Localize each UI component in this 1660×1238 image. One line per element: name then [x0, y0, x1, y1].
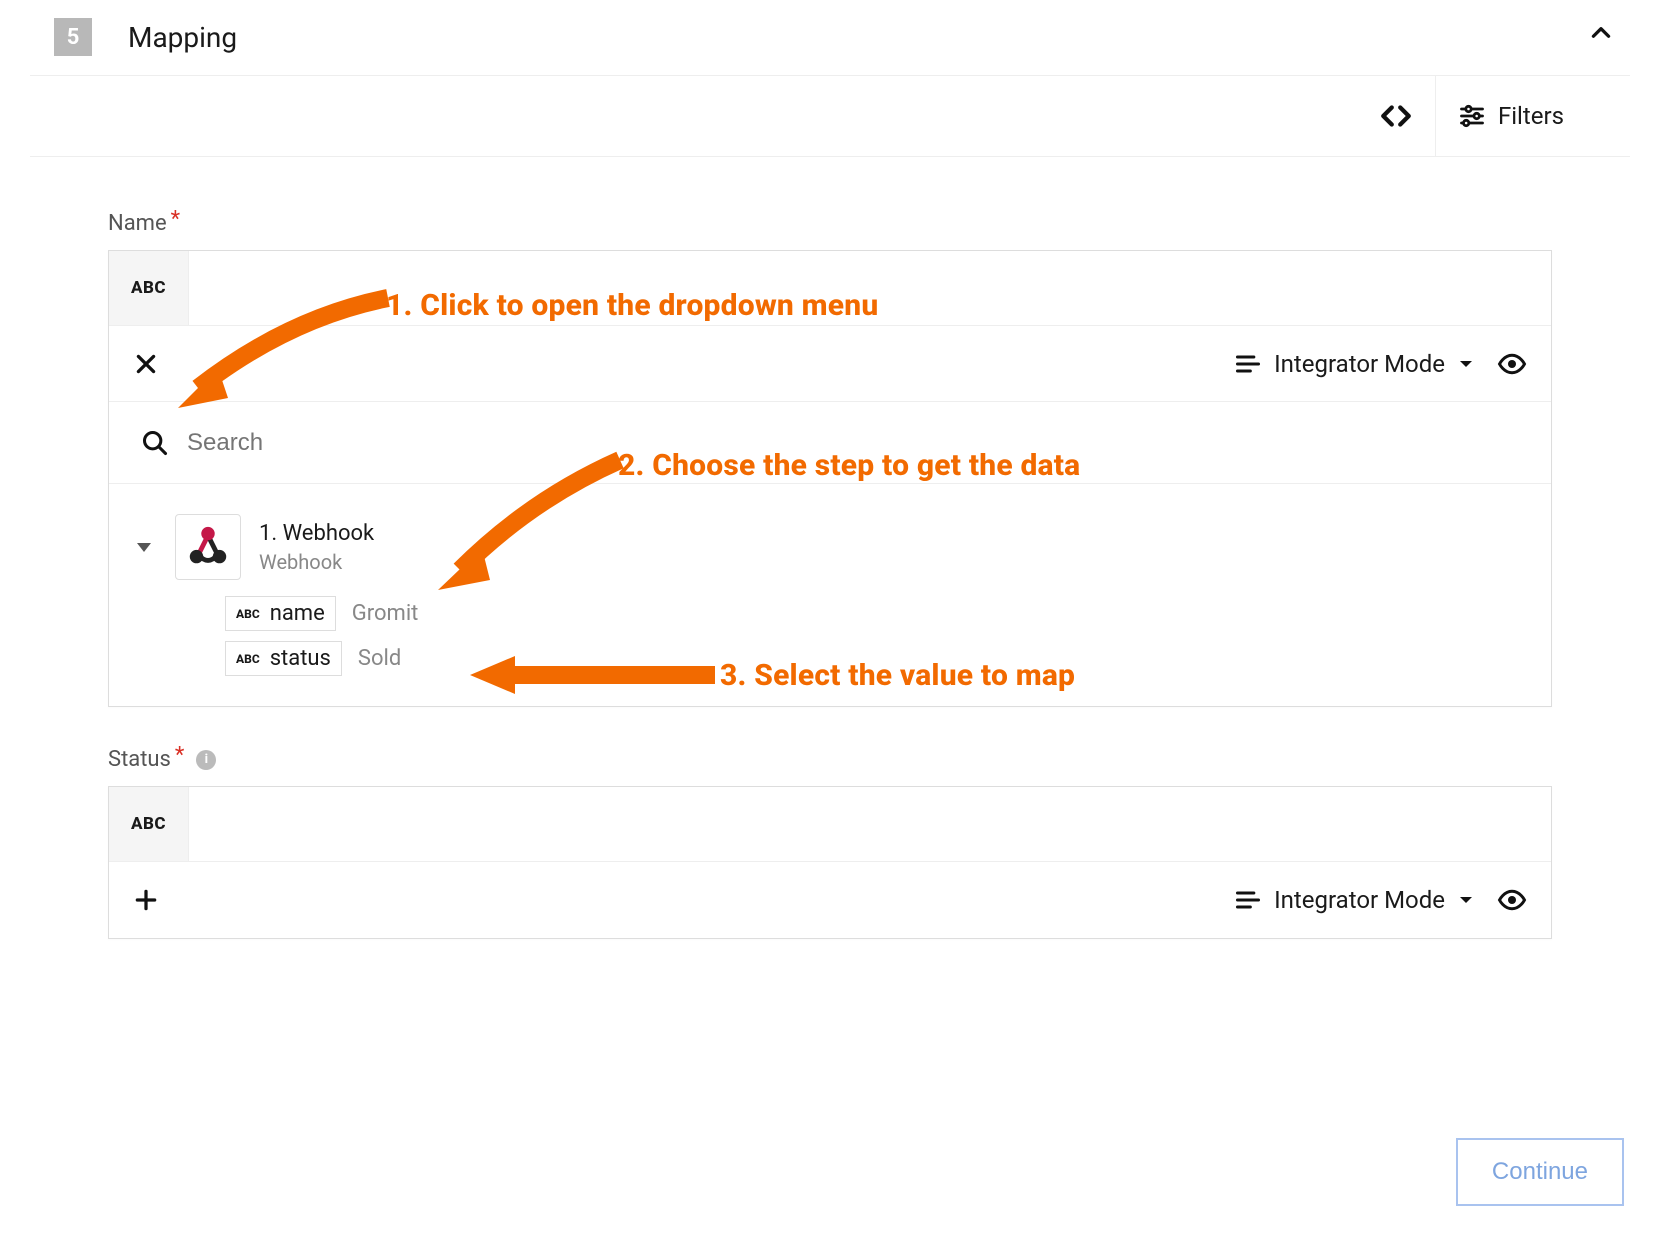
info-icon[interactable]: i [196, 750, 216, 770]
filters-button[interactable]: Filters [1436, 76, 1586, 156]
value-chip[interactable]: ABC name [225, 596, 336, 631]
code-toggle[interactable] [1357, 76, 1435, 156]
collapse-toggle[interactable] [1588, 20, 1614, 46]
section-header[interactable]: 5 Mapping [0, 0, 1660, 75]
value-chip[interactable]: ABC status [225, 641, 342, 676]
section-title: Mapping [128, 21, 237, 54]
mode-dropdown[interactable]: Integrator Mode [1234, 350, 1475, 378]
source-step-row[interactable]: 1. Webhook Webhook [137, 514, 1529, 580]
source-step-subtitle: Webhook [259, 550, 374, 574]
close-picker-button[interactable] [133, 351, 159, 377]
type-badge-abc: ABC [236, 652, 260, 666]
mode-label: Integrator Mode [1274, 350, 1445, 378]
preview-toggle[interactable] [1497, 349, 1527, 379]
chevron-up-icon [1588, 20, 1614, 46]
value-option-row[interactable]: ABC name Gromit [225, 596, 1529, 631]
list-icon [1234, 886, 1262, 914]
eye-icon [1497, 349, 1527, 379]
search-icon [141, 429, 169, 457]
source-step-title: 1. Webhook [259, 521, 374, 546]
annotation-2-text: 2. Choose the step to get the data [618, 448, 1080, 483]
chevron-down-icon [1457, 891, 1475, 909]
webhook-icon [185, 524, 231, 570]
list-icon [1234, 350, 1262, 378]
status-field-panel: ABC [108, 786, 1552, 939]
value-key: status [270, 646, 331, 671]
filters-label: Filters [1498, 102, 1564, 130]
preview-toggle[interactable] [1497, 885, 1527, 915]
status-field-label: Status* i [108, 747, 1552, 772]
open-picker-button[interactable] [133, 887, 159, 913]
type-badge-abc: ABC [109, 251, 189, 325]
value-key: name [270, 601, 325, 626]
mapping-toolbar: Filters [30, 75, 1630, 157]
annotation-3-text: 3. Select the value to map [720, 658, 1075, 693]
value-sample: Sold [358, 646, 401, 671]
chevron-down-icon [1457, 355, 1475, 373]
required-mark: * [175, 743, 184, 768]
expand-caret[interactable] [137, 543, 151, 552]
mode-label: Integrator Mode [1274, 886, 1445, 914]
webhook-app-icon [175, 514, 241, 580]
name-field-label: Name* [108, 211, 1552, 236]
type-badge-abc: ABC [236, 607, 260, 621]
type-badge-abc: ABC [109, 787, 189, 861]
annotation-1-text: 1. Click to open the dropdown menu [386, 288, 878, 323]
close-icon [133, 351, 159, 377]
status-mapping-input[interactable] [189, 787, 1551, 861]
sliders-icon [1458, 102, 1486, 130]
eye-icon [1497, 885, 1527, 915]
mode-dropdown[interactable]: Integrator Mode [1234, 886, 1475, 914]
required-mark: * [171, 207, 180, 232]
step-number-badge: 5 [54, 18, 92, 56]
value-sample: Gromit [352, 601, 419, 626]
continue-button[interactable]: Continue [1456, 1138, 1624, 1206]
plus-icon [133, 887, 159, 913]
code-icon [1379, 99, 1413, 133]
